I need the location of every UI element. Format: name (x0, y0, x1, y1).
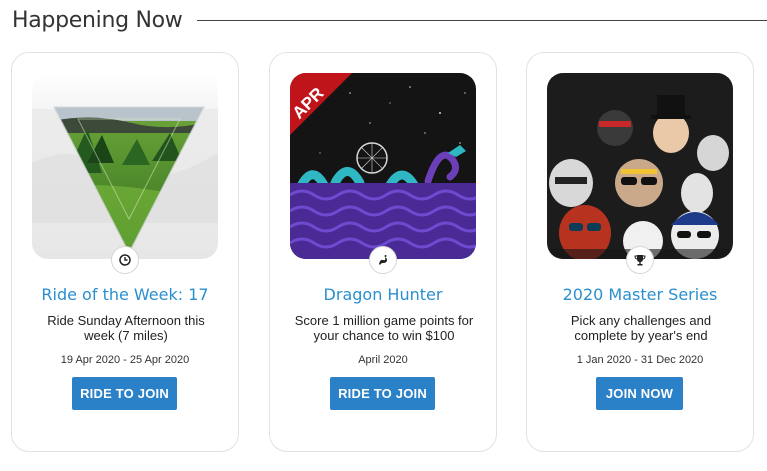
card-description: Ride Sunday Afternoon this week (7 miles… (47, 313, 205, 343)
section-title: Happening Now (12, 7, 183, 33)
ride-of-week-artwork[interactable] (32, 73, 218, 259)
challenge-card-ride-of-the-week[interactable]: Ride of the Week: 17 Ride Sunday Afterno… (11, 52, 239, 452)
challenge-card-master-series[interactable]: 2020 Master Series Pick any challenges a… (526, 52, 754, 452)
dragon-icon (379, 255, 387, 265)
ride-to-join-button[interactable]: RIDE TO JOIN (72, 377, 177, 410)
card-title[interactable]: 2020 Master Series (527, 285, 753, 304)
section-header: Happening Now (12, 6, 767, 34)
ride-to-join-button[interactable]: RIDE TO JOIN (330, 377, 435, 410)
trophy-badge (626, 246, 654, 274)
master-series-artwork[interactable] (547, 73, 733, 259)
card-date-range: 19 Apr 2020 - 25 Apr 2020 (60, 354, 190, 366)
join-now-button[interactable]: JOIN NOW (596, 377, 683, 410)
card-title[interactable]: Dragon Hunter (270, 285, 496, 304)
card-date-range: April 2020 (358, 354, 408, 366)
card-date-range: 1 Jan 2020 - 31 Dec 2020 (576, 354, 704, 366)
dragon-badge (369, 246, 397, 274)
dragon-hunter-image: APR (290, 73, 476, 259)
dragon-hunter-artwork[interactable]: APR (290, 73, 476, 259)
master-series-image (547, 73, 733, 259)
card-description: Score 1 million game points for your cha… (294, 313, 474, 343)
section-divider (197, 19, 767, 21)
trophy-icon (634, 255, 646, 266)
card-title[interactable]: Ride of the Week: 17 (12, 285, 238, 304)
clock-icon (119, 254, 131, 266)
ride-of-week-image (32, 73, 218, 259)
challenge-card-dragon-hunter[interactable]: APR Dragon Hunter Score 1 million game p… (269, 52, 497, 452)
card-description: Pick any challenges and complete by year… (570, 313, 712, 343)
clock-badge (111, 246, 139, 274)
